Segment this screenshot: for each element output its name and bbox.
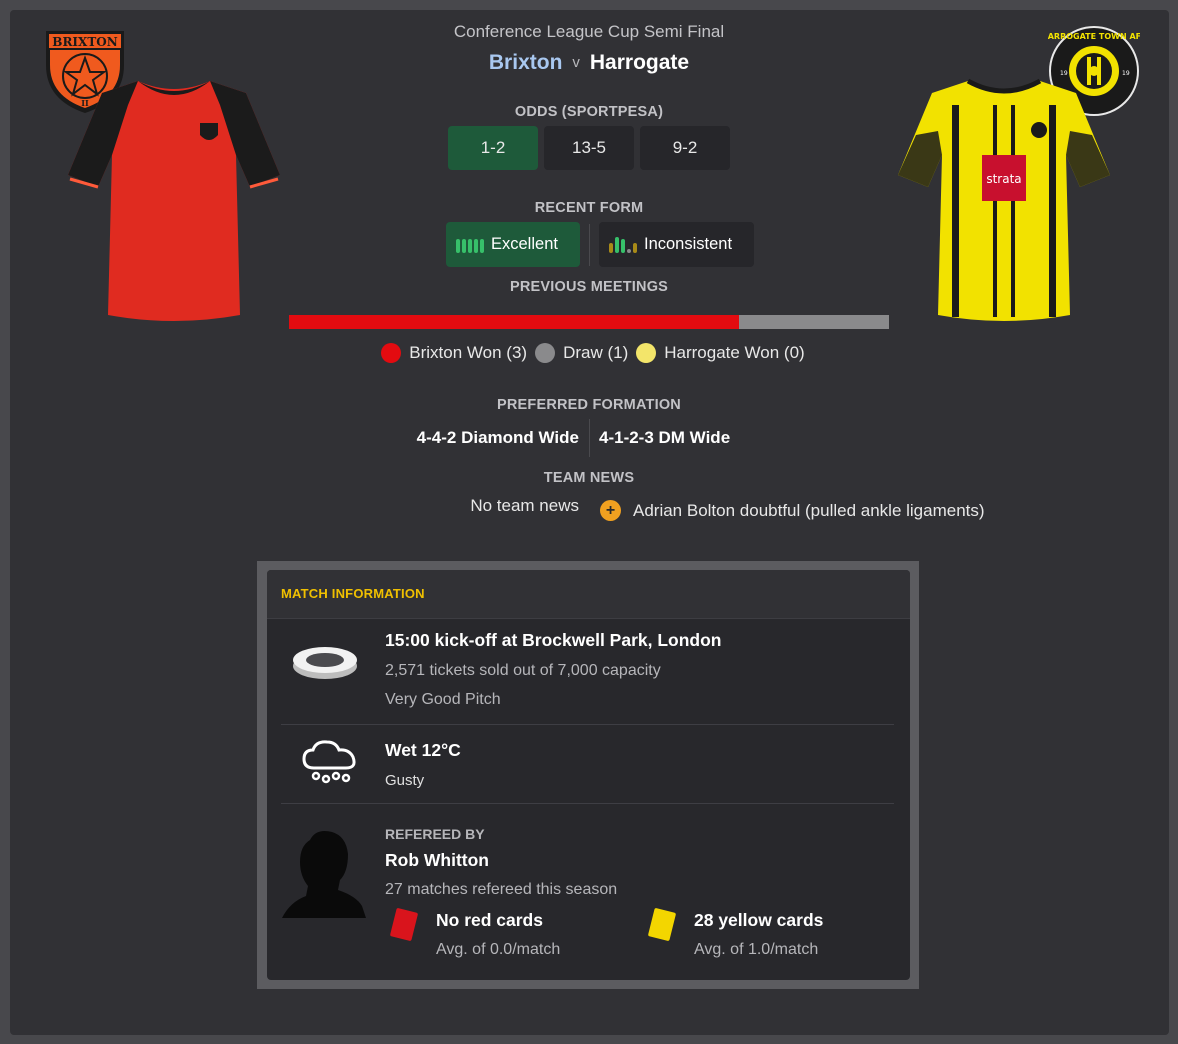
rain-cloud-icon [302,740,356,784]
home-team-news: No team news [470,496,579,515]
form-divider [589,224,590,266]
referee-name[interactable]: Rob Whitton [385,850,489,871]
away-won-dot [636,343,657,363]
form-bars-icon [456,237,484,253]
divider [281,803,894,804]
formation-divider [589,419,590,457]
draw-label: Draw (1) [563,343,629,362]
venue-kickoff[interactable]: 15:00 kick-off at Brockwell Park, London [385,630,721,651]
referee-yellow-cards: 28 yellow cards [694,910,824,930]
referee-matches: 27 matches refereed this season [385,881,618,898]
referee-yellow-avg: Avg. of 1.0/match [694,941,819,958]
weather-condition: Wet 12°C [385,740,461,760]
injury-doubtful-icon: + [600,500,621,521]
away-team-link[interactable]: Harrogate [590,51,689,74]
away-form-button[interactable]: Inconsistent [599,222,754,267]
away-won-label: Harrogate Won (0) [664,343,805,362]
venue-tickets: 2,571 tickets sold out of 7,000 capacity [385,662,661,679]
home-form-button[interactable]: Excellent [446,222,580,267]
odds-draw[interactable]: 13-5 [544,126,634,170]
odds-away[interactable]: 9-2 [640,126,730,170]
home-formation: 4-4-2 Diamond Wide [416,428,579,447]
away-formation: 4-1-2-3 DM Wide [599,428,731,447]
formation-label: PREFERRED FORMATION [497,397,681,413]
referee-silhouette[interactable] [282,828,366,920]
recent-form-label: RECENT FORM [534,200,644,216]
venue-pitch: Very Good Pitch [385,691,501,708]
referee-red-cards: No red cards [436,910,543,930]
team-news-label: TEAM NEWS [543,470,635,486]
previous-meetings-label: PREVIOUS MEETINGS [509,279,669,295]
match-info-title: MATCH INFORMATION [281,586,425,601]
weather-wind: Gusty [385,772,425,789]
versus-label: v [572,54,580,71]
competition-title: Conference League Cup Semi Final [453,22,725,41]
svg-text:strata: strata [986,172,1021,186]
meetings-bar [289,315,889,329]
odds-label: ODDS (SPORTPESA) [514,104,664,120]
away-team-news[interactable]: Adrian Bolton doubtful (pulled ankle lig… [633,501,985,521]
matchup-title: Brixton v Harrogate [0,51,1178,75]
home-won-dot [381,343,402,363]
form-bars-icon [609,236,637,253]
home-team-link[interactable]: Brixton [489,51,563,74]
home-form-label: Excellent [491,235,558,253]
home-won-label: Brixton Won (3) [409,343,528,362]
meetings-legend: Brixton Won (3) Draw (1) Harrogate Won (… [0,343,1178,363]
meetings-bar-home-fill [289,315,739,329]
divider [281,724,894,725]
referee-caption: REFEREED BY [385,826,485,842]
odds-home[interactable]: 1-2 [448,126,538,170]
stadium-icon [293,647,357,679]
draw-dot [535,343,556,363]
referee-red-avg: Avg. of 0.0/match [436,941,561,958]
away-form-label: Inconsistent [644,235,733,253]
